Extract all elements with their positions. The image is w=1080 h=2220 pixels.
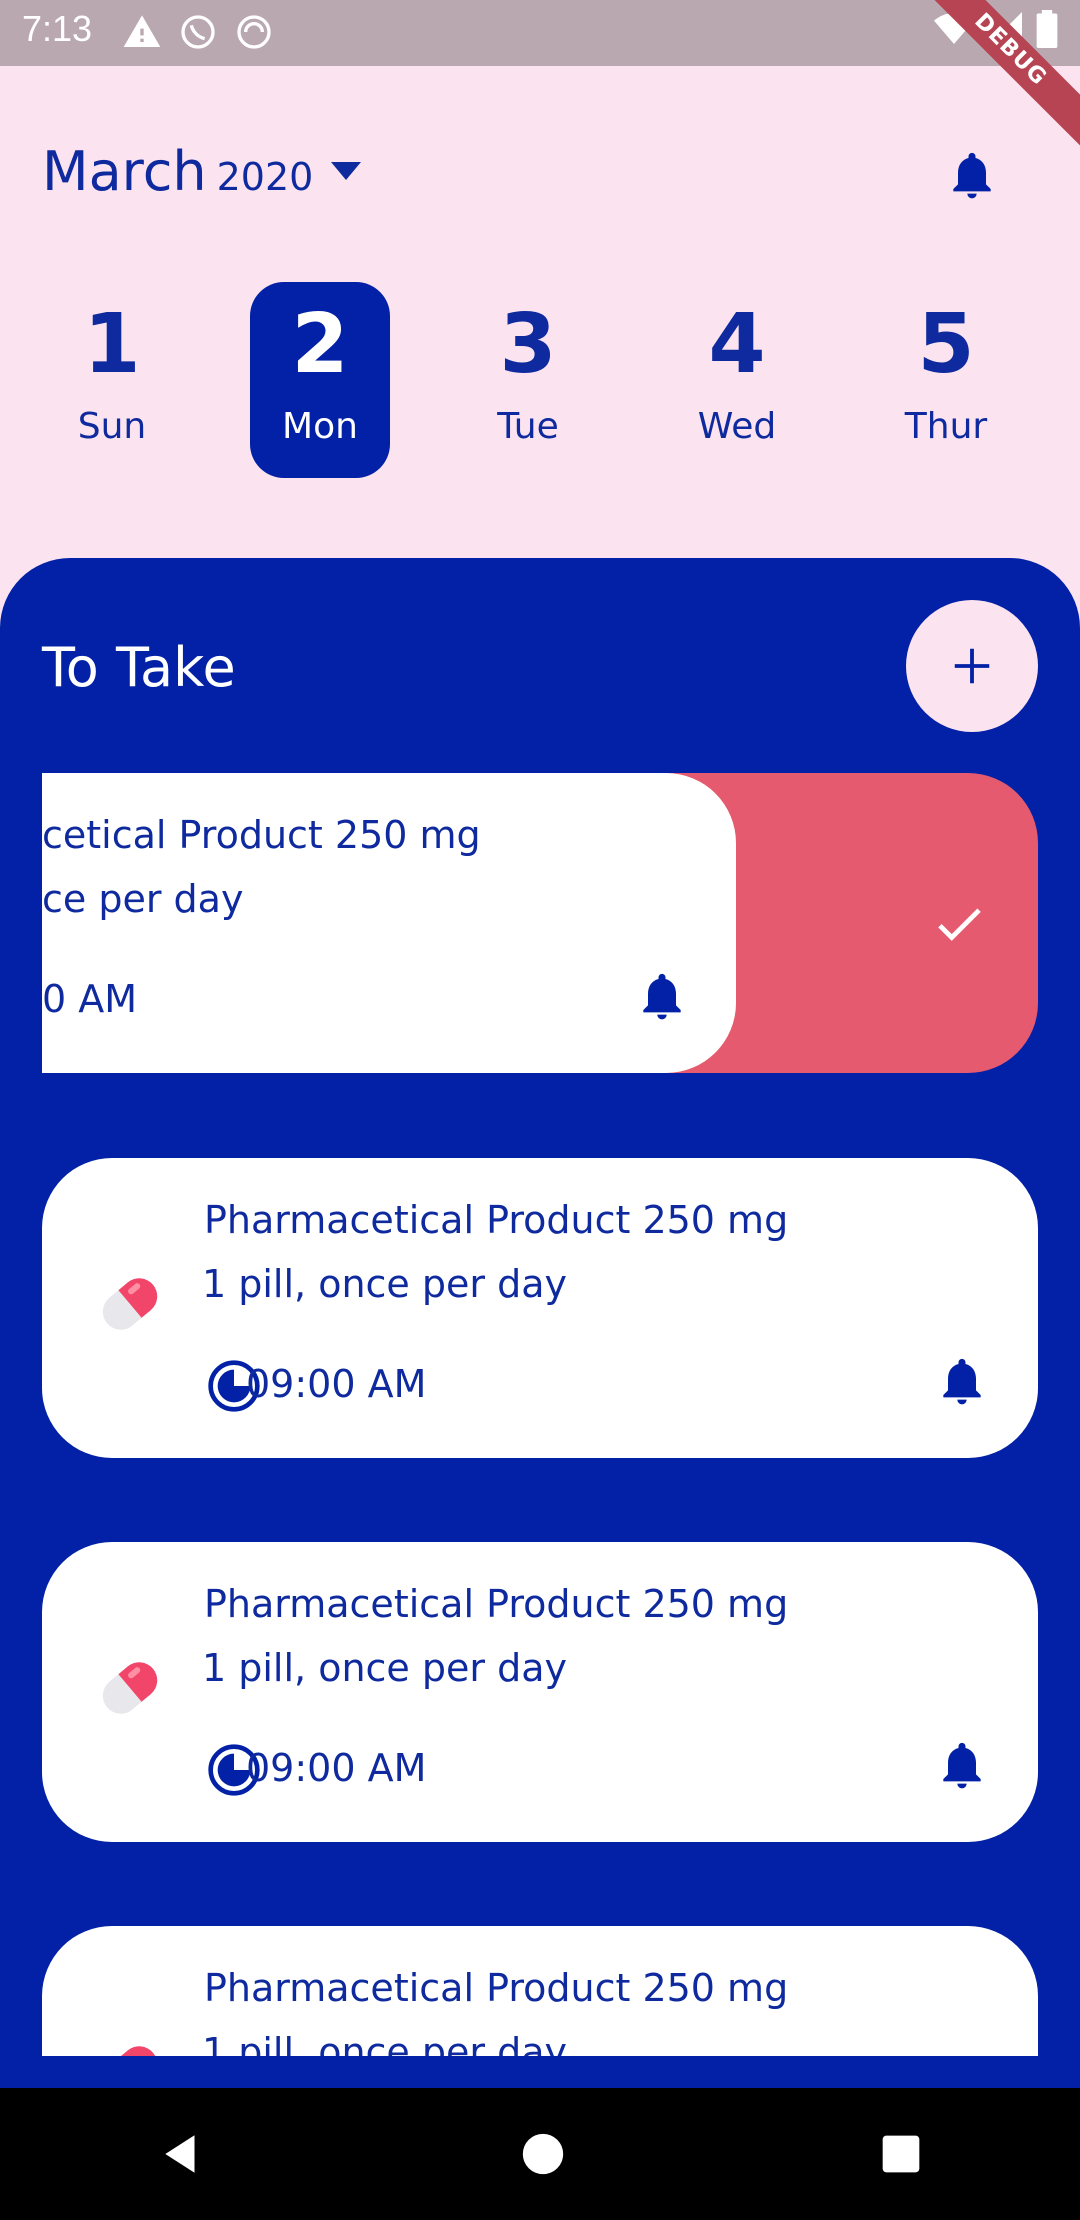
bell-icon[interactable]: [934, 1736, 990, 1794]
day-name: Wed: [697, 406, 777, 447]
pill-icon: [102, 2046, 158, 2056]
day-number: 4: [708, 297, 766, 392]
status-time: 7:13: [22, 8, 93, 49]
pill-icon: [102, 1662, 158, 1714]
month-label: March: [42, 140, 207, 203]
day-selector: 1 Sun 2 Mon 3 Tue 4 Wed 5 Thur: [42, 282, 1042, 478]
warning-icon: [123, 15, 161, 48]
bell-icon[interactable]: [634, 967, 690, 1025]
day-item[interactable]: 3 Tue: [458, 282, 598, 478]
medication-panel: To Take cetical Product 250 mg ce per da…: [0, 558, 1080, 2088]
pill-icon: [102, 1278, 158, 1330]
day-name: Thur: [904, 406, 988, 447]
medication-title: cetical Product 250 mg: [42, 813, 481, 857]
day-number: 5: [917, 297, 975, 392]
medication-time: 0 AM: [42, 977, 138, 1021]
medication-card[interactable]: Pharmacetical Product 250 mg 1 pill, onc…: [42, 1926, 1038, 2056]
day-name: Tue: [497, 406, 559, 447]
day-item[interactable]: 4 Wed: [667, 282, 807, 478]
day-number: 2: [291, 297, 349, 392]
battery-icon: [1036, 10, 1058, 48]
day-number: 3: [499, 297, 557, 392]
medication-dose: 1 pill, once per day: [202, 1262, 567, 1306]
back-icon[interactable]: [157, 2129, 207, 2179]
chevron-down-icon: [331, 162, 362, 180]
system-nav-bar: [0, 2088, 1080, 2220]
year-label: 2020: [216, 155, 314, 199]
bell-icon[interactable]: [944, 146, 1000, 204]
day-item-selected[interactable]: 2 Mon: [250, 282, 390, 478]
app-notification-icon: [237, 15, 271, 49]
medication-dose: 1 pill, once per day: [202, 1646, 567, 1690]
month-selector[interactable]: March 2020: [42, 140, 362, 203]
medication-title: Pharmacetical Product 250 mg: [204, 1582, 789, 1626]
medication-dose: ce per day: [42, 877, 244, 921]
day-item[interactable]: 5 Thur: [876, 282, 1016, 478]
day-name: Sun: [77, 406, 147, 447]
status-bar: 7:13 DEBUG: [0, 0, 1080, 155]
check-icon[interactable]: [930, 895, 988, 953]
swiped-medication-card[interactable]: cetical Product 250 mg ce per day 0 AM: [42, 773, 1038, 1073]
status-notification-icons: [122, 12, 274, 52]
medication-card[interactable]: Pharmacetical Product 250 mg 1 pill, onc…: [42, 1542, 1038, 1842]
medication-title: Pharmacetical Product 250 mg: [204, 1966, 789, 2010]
medication-card[interactable]: cetical Product 250 mg ce per day 0 AM: [42, 773, 736, 1073]
day-number: 1: [83, 297, 141, 392]
home-icon[interactable]: [521, 2132, 565, 2176]
medication-dose: 1 pill, once per day: [202, 2030, 567, 2056]
bell-icon[interactable]: [934, 1352, 990, 1410]
recents-icon[interactable]: [879, 2132, 923, 2176]
viber-icon: [181, 15, 215, 49]
medication-time: 09:00 AM: [246, 1746, 427, 1790]
medication-card[interactable]: Pharmacetical Product 250 mg 1 pill, onc…: [42, 1158, 1038, 1458]
add-medication-button[interactable]: [906, 600, 1038, 732]
medication-time: 09:00 AM: [246, 1362, 427, 1406]
day-item[interactable]: 1 Sun: [42, 282, 182, 478]
section-title: To Take: [42, 636, 236, 699]
day-name: Mon: [282, 406, 358, 447]
plus-icon: [954, 648, 990, 684]
medication-title: Pharmacetical Product 250 mg: [204, 1198, 789, 1242]
